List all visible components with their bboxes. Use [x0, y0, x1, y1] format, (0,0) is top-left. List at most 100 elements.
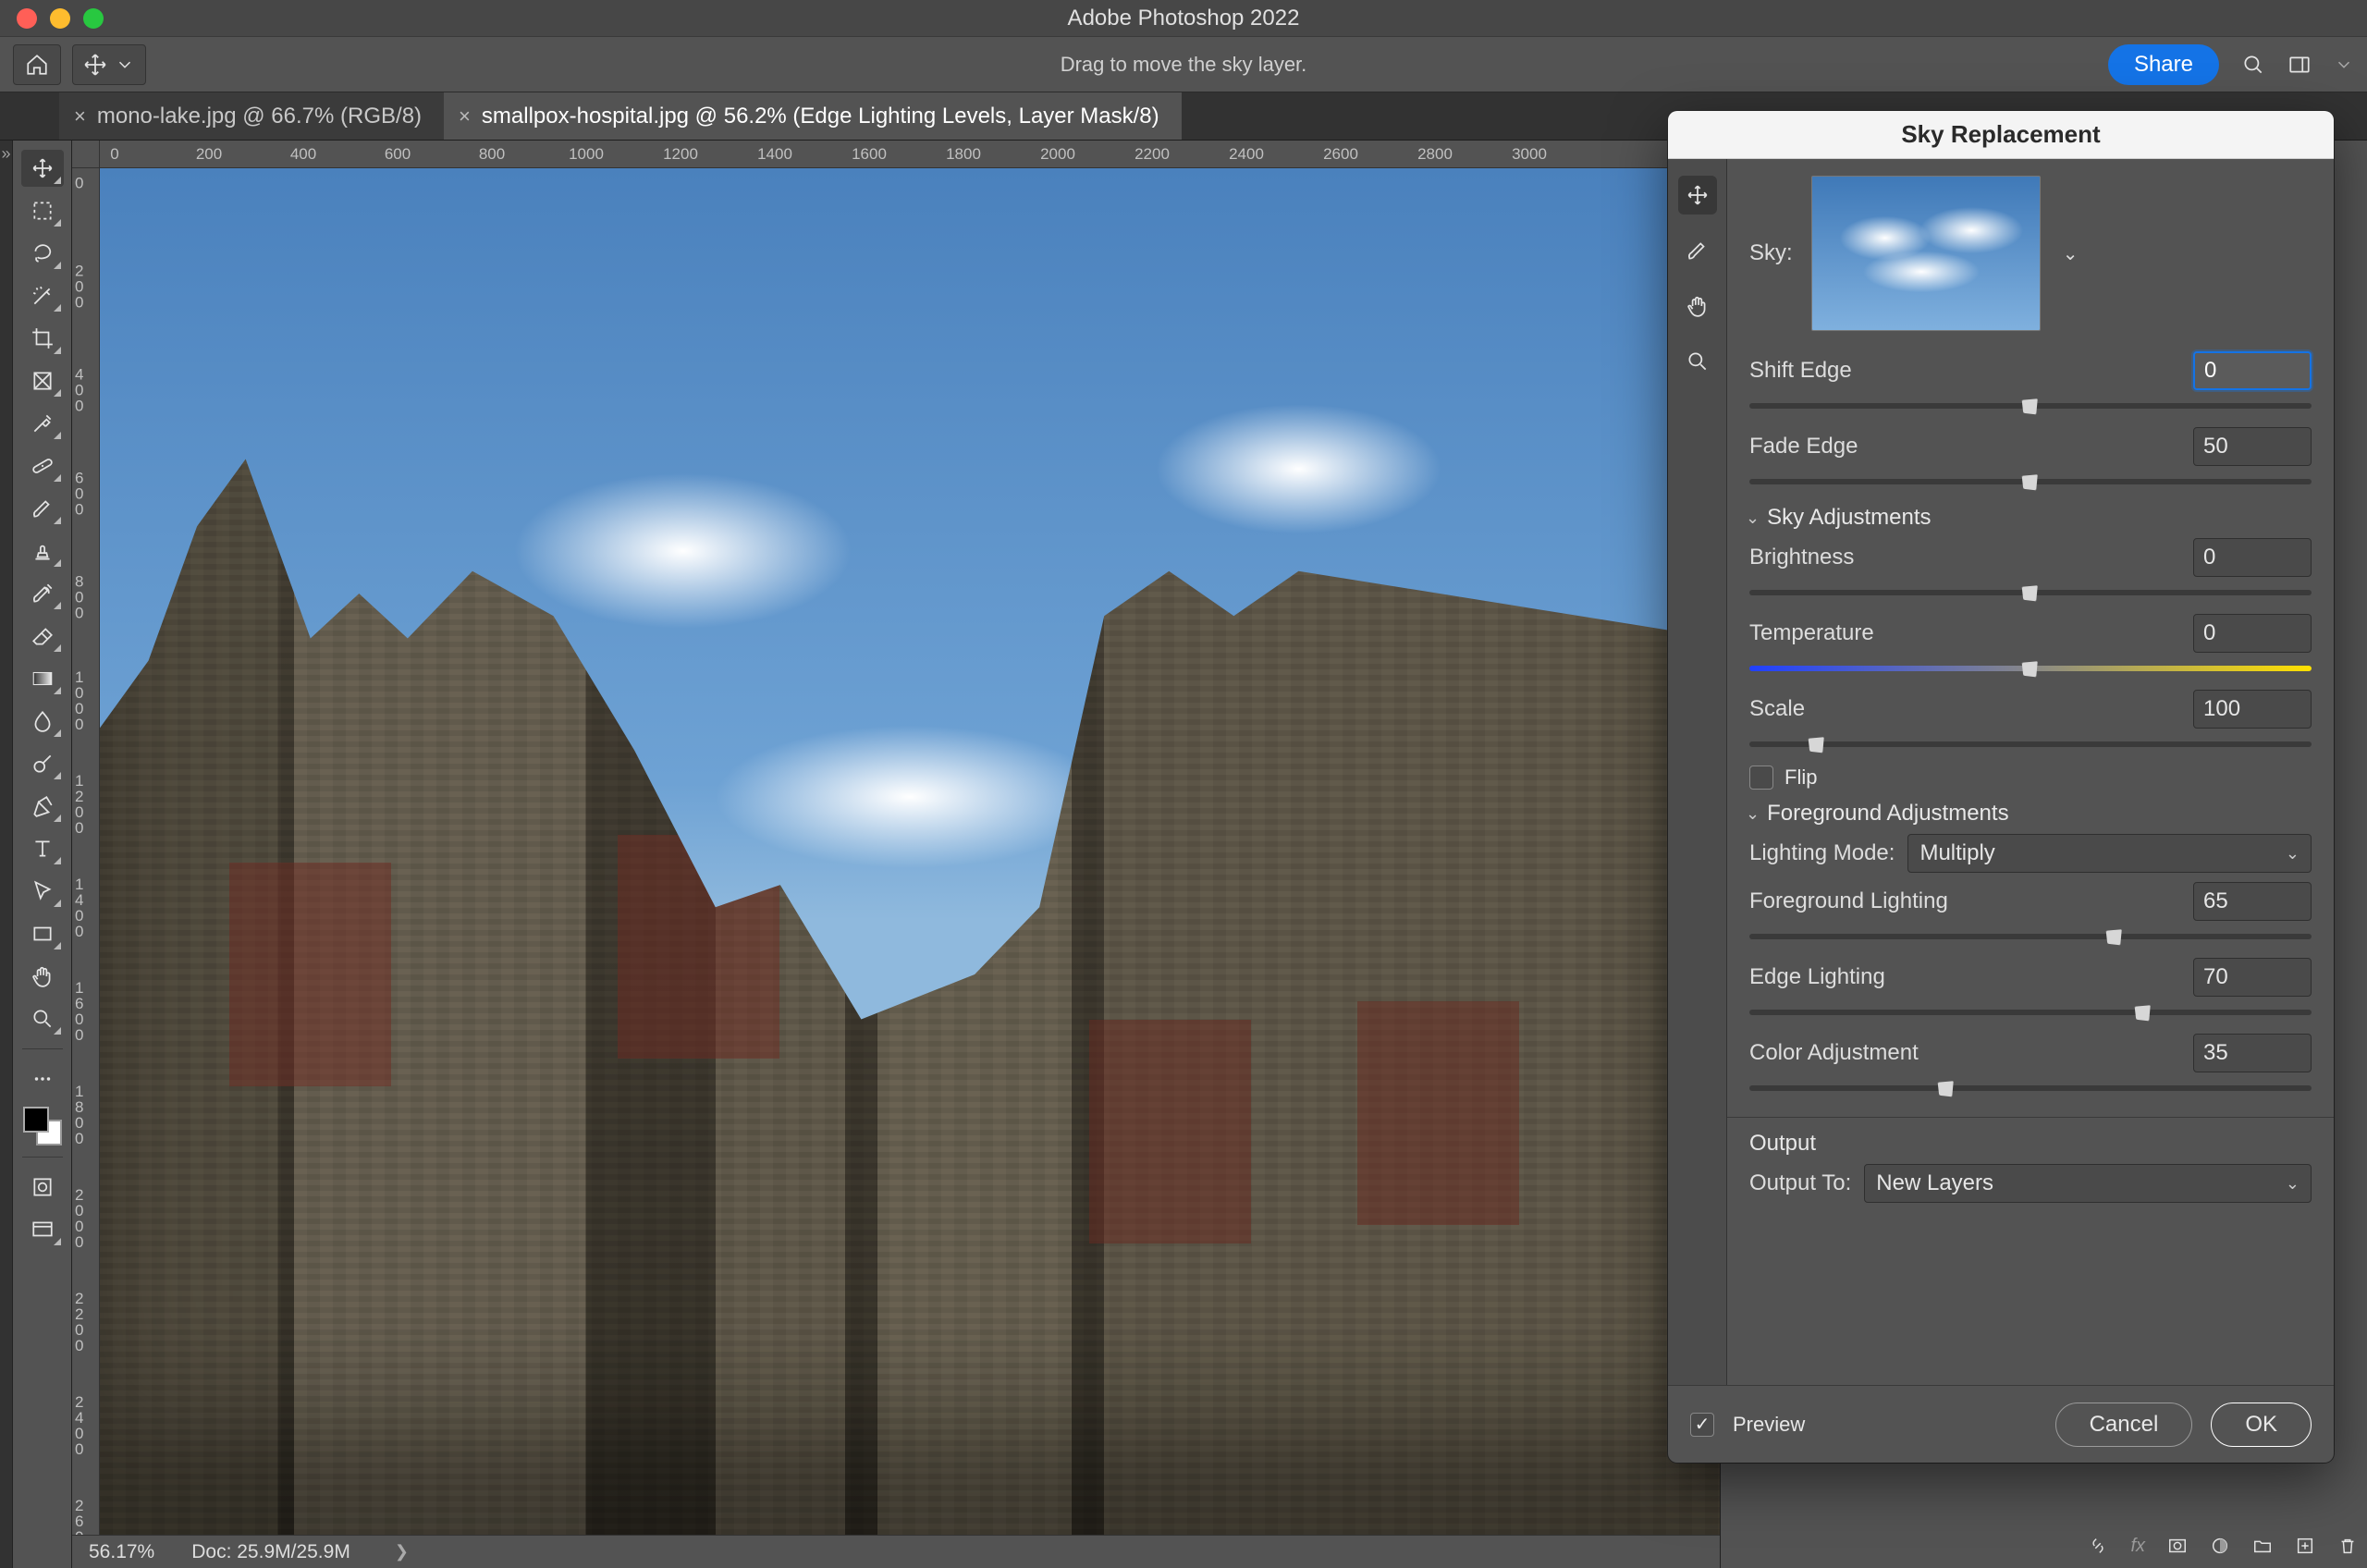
history-brush-icon	[31, 582, 55, 606]
quick-select-tool[interactable]	[21, 277, 64, 314]
eraser-tool[interactable]	[21, 618, 64, 655]
hand-tool[interactable]	[21, 958, 64, 995]
color-adjustment-label: Color Adjustment	[1749, 1040, 1919, 1066]
output-heading: Output	[1749, 1131, 2312, 1157]
sky-preset-dropdown[interactable]: ⌄	[2063, 242, 2079, 265]
shift-edge-input[interactable]	[2193, 351, 2312, 390]
sky-preset-thumbnail[interactable]	[1811, 176, 2041, 331]
chevron-down-icon: ⌄	[1746, 508, 1760, 528]
path-select-tool[interactable]	[21, 873, 64, 910]
zoom-icon	[31, 1007, 55, 1031]
fg-lighting-slider[interactable]	[1749, 925, 2312, 949]
share-button[interactable]: Share	[2108, 44, 2219, 85]
move-tool[interactable]	[21, 150, 64, 187]
link-icon[interactable]	[2088, 1536, 2108, 1556]
gradient-tool[interactable]	[21, 660, 64, 697]
fade-edge-slider[interactable]	[1749, 470, 2312, 494]
foreground-color-swatch[interactable]	[23, 1107, 49, 1133]
zoom-level[interactable]: 56.17%	[89, 1541, 154, 1563]
sky-adjustments-heading[interactable]: ⌄ Sky Adjustments	[1746, 505, 2312, 531]
lasso-icon	[31, 241, 55, 265]
workspace-switcher-icon[interactable]	[2287, 53, 2312, 77]
dodge-tool[interactable]	[21, 745, 64, 782]
chevron-right-icon[interactable]: ❯	[395, 1542, 409, 1562]
brush-tool[interactable]	[21, 490, 64, 527]
sky-brush-tool[interactable]	[1678, 231, 1717, 270]
sky-hand-tool[interactable]	[1678, 287, 1717, 325]
scale-label: Scale	[1749, 696, 1805, 722]
color-adjustment-slider[interactable]	[1749, 1076, 2312, 1100]
zoom-window-button[interactable]	[83, 8, 104, 29]
hand-icon	[31, 964, 55, 988]
ok-button[interactable]: OK	[2211, 1403, 2312, 1447]
close-tab-icon[interactable]: ×	[459, 104, 471, 129]
close-window-button[interactable]	[17, 8, 37, 29]
pen-tool[interactable]	[21, 788, 64, 825]
lasso-tool[interactable]	[21, 235, 64, 272]
ruler-horizontal[interactable]: 0200400600800100012001400160018002000220…	[100, 141, 1720, 168]
new-layer-icon[interactable]	[2295, 1536, 2315, 1556]
scale-input[interactable]	[2193, 690, 2312, 729]
chevron-down-icon: ⌄	[2286, 844, 2300, 864]
search-icon[interactable]	[2241, 53, 2265, 77]
edge-lighting-slider[interactable]	[1749, 1000, 2312, 1024]
eyedropper-tool[interactable]	[21, 405, 64, 442]
crop-tool[interactable]	[21, 320, 64, 357]
fg-lighting-input[interactable]	[2193, 882, 2312, 921]
zoom-tool[interactable]	[21, 1000, 64, 1037]
document-canvas[interactable]	[100, 168, 1720, 1535]
ruler-vertical[interactable]: 0200400600800100012001400160018002000220…	[72, 168, 100, 1535]
shape-tool[interactable]	[21, 915, 64, 952]
preview-checkbox[interactable]	[1690, 1413, 1714, 1437]
quickmask-icon	[31, 1175, 55, 1199]
lighting-mode-select[interactable]: Multiply ⌄	[1907, 834, 2312, 873]
frame-icon	[31, 369, 55, 393]
sky-move-tool[interactable]	[1678, 176, 1717, 214]
stamp-tool[interactable]	[21, 533, 64, 570]
separator	[22, 1048, 63, 1049]
zoom-icon	[1686, 349, 1710, 374]
mask-icon[interactable]	[2167, 1536, 2188, 1556]
doc-size[interactable]: Doc: 25.9M/25.9M	[191, 1541, 350, 1563]
temperature-slider[interactable]	[1749, 656, 2312, 680]
ruler-origin[interactable]	[72, 141, 100, 168]
document-tab[interactable]: × mono-lake.jpg @ 66.7% (RGB/8)	[59, 92, 444, 140]
sky-zoom-tool[interactable]	[1678, 342, 1717, 381]
history-brush-tool[interactable]	[21, 575, 64, 612]
shift-edge-slider[interactable]	[1749, 394, 2312, 418]
close-tab-icon[interactable]: ×	[74, 104, 86, 129]
fx-icon[interactable]: fx	[2130, 1536, 2145, 1557]
flip-checkbox[interactable]	[1749, 766, 1773, 790]
adjustment-layer-icon[interactable]	[2210, 1536, 2230, 1556]
foreground-adjustments-heading[interactable]: ⌄ Foreground Adjustments	[1746, 801, 2312, 827]
home-button[interactable]	[13, 44, 61, 85]
type-tool[interactable]	[21, 830, 64, 867]
screen-mode-button[interactable]	[21, 1211, 64, 1248]
edit-toolbar-button[interactable]	[21, 1060, 64, 1097]
output-to-select[interactable]: New Layers ⌄	[1864, 1164, 2312, 1203]
edge-lighting-input[interactable]	[2193, 958, 2312, 997]
frame-tool[interactable]	[21, 362, 64, 399]
brush-icon	[31, 496, 55, 521]
cancel-button[interactable]: Cancel	[2055, 1403, 2193, 1447]
folder-icon[interactable]	[2252, 1536, 2273, 1556]
current-tool-indicator[interactable]	[72, 44, 146, 85]
trash-icon[interactable]	[2337, 1536, 2358, 1556]
brightness-slider[interactable]	[1749, 581, 2312, 605]
move-icon	[31, 156, 55, 180]
quick-mask-button[interactable]	[21, 1169, 64, 1206]
scale-slider[interactable]	[1749, 732, 2312, 756]
canvas-area: 0200400600800100012001400160018002000220…	[72, 141, 1720, 1568]
brightness-input[interactable]	[2193, 538, 2312, 577]
foreground-background-swatch[interactable]	[23, 1107, 62, 1145]
temperature-input[interactable]	[2193, 614, 2312, 653]
chevron-right-icon[interactable]	[2334, 55, 2354, 75]
fade-edge-input[interactable]	[2193, 427, 2312, 466]
blur-tool[interactable]	[21, 703, 64, 740]
color-adjustment-input[interactable]	[2193, 1034, 2312, 1072]
document-tab[interactable]: × smallpox-hospital.jpg @ 56.2% (Edge Li…	[444, 92, 1182, 140]
healing-tool[interactable]	[21, 447, 64, 484]
panel-collapse-strip[interactable]: »	[0, 141, 13, 1568]
marquee-tool[interactable]	[21, 192, 64, 229]
minimize-window-button[interactable]	[50, 8, 70, 29]
